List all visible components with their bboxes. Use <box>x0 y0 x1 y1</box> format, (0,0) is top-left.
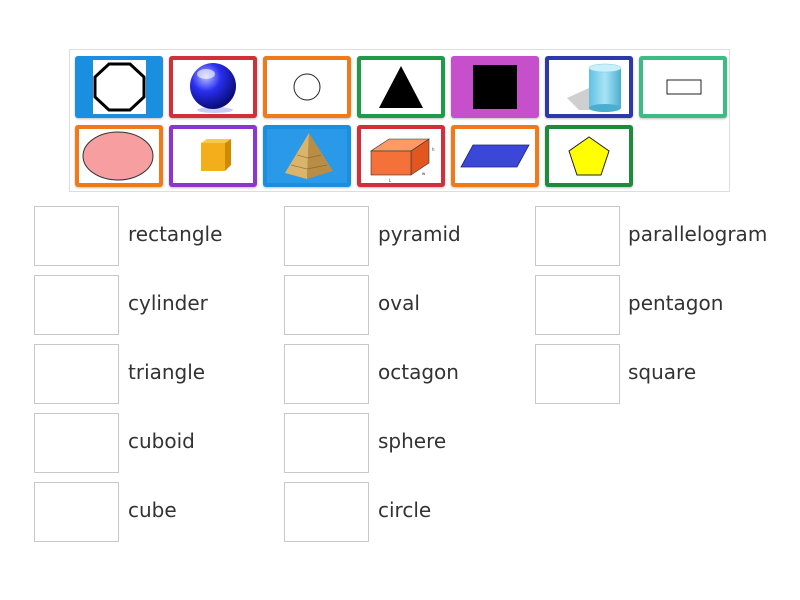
square-icon <box>473 65 517 109</box>
target-label-triangle: triangle <box>128 360 206 384</box>
target-label-square: square <box>628 360 697 384</box>
cuboid-height-letter: h <box>432 147 435 152</box>
pentagon-icon <box>568 136 610 176</box>
tile-cylinder[interactable] <box>545 56 633 118</box>
drop-slot[interactable] <box>284 482 369 542</box>
cube-icon <box>201 139 231 171</box>
cuboid-length-letter: L <box>389 178 392 183</box>
target-label-pyramid: pyramid <box>378 222 461 246</box>
target-label-octagon: octagon <box>378 360 459 384</box>
drop-slot[interactable] <box>284 344 369 404</box>
circle-icon <box>293 73 321 101</box>
octagon-icon <box>93 60 146 114</box>
cylinder-icon <box>567 63 622 112</box>
drop-slot[interactable] <box>34 482 119 542</box>
tile-parallelogram[interactable] <box>451 125 539 187</box>
tile-rectangle[interactable] <box>639 56 727 118</box>
target-label-circle: circle <box>378 498 432 522</box>
drop-slot[interactable] <box>34 275 119 335</box>
target-label-cube: cube <box>128 498 177 522</box>
drop-slot[interactable] <box>535 344 620 404</box>
parallelogram-icon <box>460 144 530 168</box>
target-label-sphere: sphere <box>378 429 447 453</box>
rectangle-icon <box>666 79 702 95</box>
tile-cube[interactable] <box>169 125 257 187</box>
target-label-cylinder: cylinder <box>128 291 208 315</box>
target-label-rectangle: rectangle <box>128 222 223 246</box>
oval-icon <box>82 131 154 181</box>
drop-slot[interactable] <box>34 206 119 266</box>
drop-slot[interactable] <box>535 206 620 266</box>
cuboid-icon: h w L <box>370 138 435 183</box>
tile-square[interactable] <box>451 56 539 118</box>
tile-oval[interactable] <box>75 125 163 187</box>
tile-octagon[interactable] <box>75 56 163 118</box>
shape-tile-tray: h w L <box>69 49 730 192</box>
drop-slot[interactable] <box>284 413 369 473</box>
tile-cuboid[interactable]: h w L <box>357 125 445 187</box>
tile-pyramid[interactable] <box>263 125 351 187</box>
drop-slot[interactable] <box>34 344 119 404</box>
tile-triangle[interactable] <box>357 56 445 118</box>
target-label-cuboid: cuboid <box>128 429 195 453</box>
drop-slot[interactable] <box>284 206 369 266</box>
pyramid-icon <box>267 129 347 183</box>
target-label-parallelogram: parallelogram <box>628 222 768 246</box>
target-label-oval: oval <box>378 291 420 315</box>
drop-slot[interactable] <box>284 275 369 335</box>
triangle-icon <box>379 66 423 108</box>
tile-sphere[interactable] <box>169 56 257 118</box>
sphere-icon <box>190 63 236 113</box>
cuboid-width-letter: w <box>422 171 426 176</box>
drop-slot[interactable] <box>535 275 620 335</box>
drop-slot[interactable] <box>34 413 119 473</box>
tile-pentagon[interactable] <box>545 125 633 187</box>
tile-circle[interactable] <box>263 56 351 118</box>
target-label-pentagon: pentagon <box>628 291 724 315</box>
